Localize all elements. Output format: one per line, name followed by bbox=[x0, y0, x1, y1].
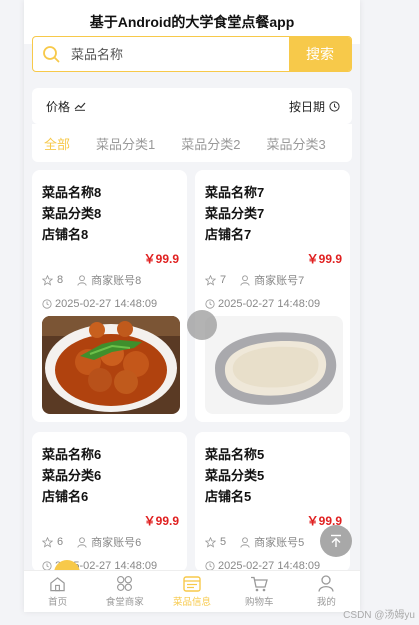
dish-category: 菜品分类6 bbox=[42, 468, 102, 483]
dish-price: ￥99.9 bbox=[143, 252, 179, 266]
tab-category-1[interactable]: 菜品分类1 bbox=[96, 134, 155, 153]
merchant-account: 商家账号6 bbox=[91, 537, 142, 549]
publish-time: 2025-02-27 14:48:09 bbox=[55, 298, 158, 310]
star-count: 5 bbox=[220, 536, 227, 548]
sort-date-label: 按日期 bbox=[288, 99, 325, 114]
search-icon bbox=[43, 46, 60, 63]
dish-card[interactable]: 菜品名称7 菜品分类7 店铺名7 ￥99.9 7 商家账号7 2025-02-2… bbox=[195, 170, 350, 422]
star-icon bbox=[42, 274, 53, 286]
trend-icon bbox=[74, 102, 86, 111]
dish-image-rice bbox=[205, 316, 343, 414]
tabbar-item-dishes[interactable]: 菜品信息 bbox=[158, 571, 225, 612]
merchant-account: 商家账号5 bbox=[254, 537, 305, 549]
dish-meta: 7 商家账号7 bbox=[205, 272, 342, 288]
dish-category: 菜品分类8 bbox=[42, 206, 102, 221]
tabbar-label: 购物车 bbox=[244, 596, 274, 608]
publish-time: 2025-02-27 14:48:09 bbox=[218, 298, 321, 310]
tab-all[interactable]: 全部 bbox=[44, 134, 70, 153]
search-input[interactable] bbox=[61, 46, 289, 62]
category-tabs: 全部 菜品分类1 菜品分类2 菜品分类3 菜 bbox=[32, 124, 352, 162]
cart-icon bbox=[251, 576, 269, 591]
dish-name: 菜品名称5 bbox=[205, 447, 265, 462]
arrow-up-icon bbox=[331, 534, 341, 547]
sort-bar: 价格 按日期 bbox=[32, 88, 352, 124]
sort-by-price[interactable]: 价格 bbox=[46, 98, 86, 115]
dish-name: 菜品名称8 bbox=[42, 185, 102, 200]
touch-indicator bbox=[187, 310, 217, 340]
shop-name: 店铺名5 bbox=[205, 489, 252, 504]
star-count: 8 bbox=[57, 274, 64, 286]
dish-price: ￥99.9 bbox=[306, 252, 342, 266]
back-to-top-button[interactable] bbox=[320, 525, 352, 557]
bottom-tabbar: 首页 食堂商家 菜品信息 购物车 我的 bbox=[24, 570, 360, 612]
dish-meta: 8 商家账号8 bbox=[42, 272, 179, 288]
page-title: 基于Android的大学食堂点餐app bbox=[89, 14, 295, 30]
tabbar-label: 我的 bbox=[316, 597, 336, 608]
tab-category-2[interactable]: 菜品分类2 bbox=[181, 134, 240, 153]
star-icon bbox=[205, 536, 216, 548]
star-count: 6 bbox=[57, 536, 64, 548]
shop-name: 店铺名7 bbox=[205, 227, 252, 242]
tabbar-item-cart[interactable]: 购物车 bbox=[226, 571, 293, 612]
dish-name: 菜品名称6 bbox=[42, 447, 102, 462]
dish-time: 2025-02-27 14:48:09 bbox=[205, 298, 342, 310]
user-icon bbox=[240, 536, 250, 548]
user-icon bbox=[77, 536, 87, 548]
menu-card-icon bbox=[183, 575, 201, 592]
dish-card[interactable]: 菜品名称8 菜品分类8 店铺名8 ￥99.9 8 商家账号8 2025-02-2… bbox=[32, 170, 187, 422]
watermark: CSDN @汤姆yu bbox=[343, 610, 415, 621]
star-icon bbox=[205, 274, 216, 286]
tab-category-3[interactable]: 菜品分类3 bbox=[266, 134, 325, 153]
tabbar-item-home[interactable]: 首页 bbox=[24, 571, 91, 612]
dish-image-meatballs bbox=[42, 316, 180, 414]
search-button[interactable]: 搜索 bbox=[289, 37, 351, 71]
tabbar-label: 食堂商家 bbox=[105, 597, 144, 608]
star-icon bbox=[42, 536, 53, 548]
home-icon bbox=[50, 576, 65, 591]
user-icon bbox=[240, 274, 250, 286]
grid-icon bbox=[117, 576, 133, 591]
shop-name: 店铺名8 bbox=[42, 227, 89, 242]
dish-category: 菜品分类7 bbox=[205, 206, 265, 221]
tabbar-label: 首页 bbox=[48, 596, 68, 608]
clock-icon bbox=[329, 100, 340, 112]
app-screen: 基于Android的大学食堂点餐app 搜索 价格 按日期 全部 菜品分类1 bbox=[24, 0, 360, 612]
star-count: 7 bbox=[220, 274, 227, 286]
dish-name: 菜品名称7 bbox=[205, 185, 265, 200]
clock-icon bbox=[205, 299, 215, 309]
merchant-account: 商家账号8 bbox=[91, 275, 142, 287]
merchant-account: 商家账号7 bbox=[254, 275, 305, 287]
dish-price: ￥99.9 bbox=[143, 514, 179, 528]
user-icon bbox=[77, 274, 87, 286]
tabbar-item-canteen[interactable]: 食堂商家 bbox=[91, 571, 158, 612]
tabbar-label: 菜品信息 bbox=[173, 596, 212, 608]
dish-category: 菜品分类5 bbox=[205, 468, 265, 483]
sort-price-label: 价格 bbox=[46, 99, 71, 114]
dish-meta: 6 商家账号6 bbox=[42, 534, 179, 550]
dish-time: 2025-02-27 14:48:09 bbox=[42, 298, 179, 310]
clock-icon bbox=[42, 299, 52, 309]
dish-price: ￥99.9 bbox=[306, 514, 342, 528]
search-bar: 搜索 bbox=[32, 36, 352, 72]
shop-name: 店铺名6 bbox=[42, 489, 89, 504]
sort-by-date[interactable]: 按日期 bbox=[289, 98, 340, 115]
dish-card[interactable]: 菜品名称6 菜品分类6 店铺名6 ￥99.9 6 商家账号6 2025-02-2… bbox=[32, 432, 187, 572]
user-icon bbox=[318, 575, 335, 592]
